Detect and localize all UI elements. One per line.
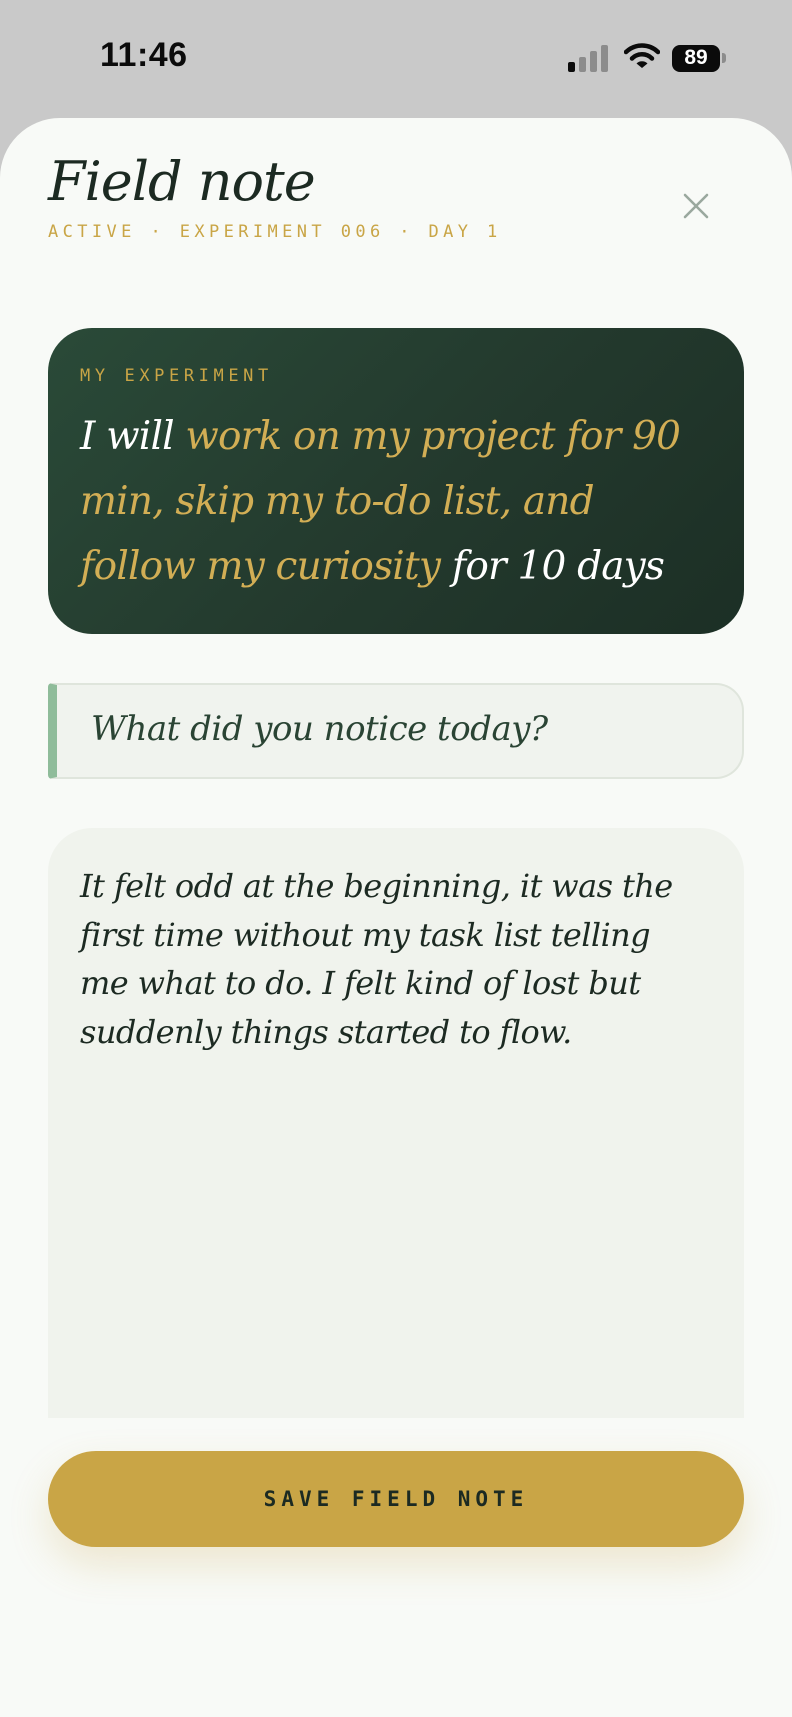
battery-icon: 89 [672, 44, 726, 72]
note-line: suddenly things started to flow. [80, 1012, 572, 1051]
save-button-label: SAVE FIELD NOTE [263, 1487, 529, 1511]
status-bar: 11:46 89 [0, 0, 792, 118]
wifi-icon [623, 42, 661, 74]
battery-level: 89 [672, 44, 720, 72]
page-title: Field note [48, 150, 316, 213]
field-note-sheet: Field note ACTIVE · EXPERIMENT 006 · DAY… [0, 118, 792, 1717]
note-line: first time without my task list telling [80, 915, 651, 954]
note-textarea[interactable]: It felt odd at the beginning, it was the… [48, 828, 744, 1418]
signal-icon [568, 44, 608, 72]
experiment-label: MY EXPERIMENT [80, 366, 273, 386]
close-button[interactable] [670, 180, 722, 232]
status-time: 11:46 [100, 36, 188, 74]
reflection-prompt: What did you notice today? [48, 683, 744, 779]
experiment-prefix: I will [80, 414, 186, 459]
experiment-suffix: for 10 days [440, 544, 665, 589]
note-text: It felt odd at the beginning, it was the… [80, 862, 712, 1056]
experiment-status-subtitle: ACTIVE · EXPERIMENT 006 · DAY 1 [48, 222, 502, 242]
experiment-statement: I will work on my project for 90 min, sk… [80, 404, 720, 599]
prompt-question: What did you notice today? [91, 709, 548, 749]
experiment-card: MY EXPERIMENT I will work on my project … [48, 328, 744, 634]
close-icon [683, 193, 709, 219]
status-icons: 89 [568, 42, 726, 74]
note-line: It felt odd at the beginning, it was the [80, 867, 673, 905]
note-line: me what to do. I felt kind of lost but [80, 964, 641, 1002]
save-field-note-button[interactable]: SAVE FIELD NOTE [48, 1451, 744, 1547]
